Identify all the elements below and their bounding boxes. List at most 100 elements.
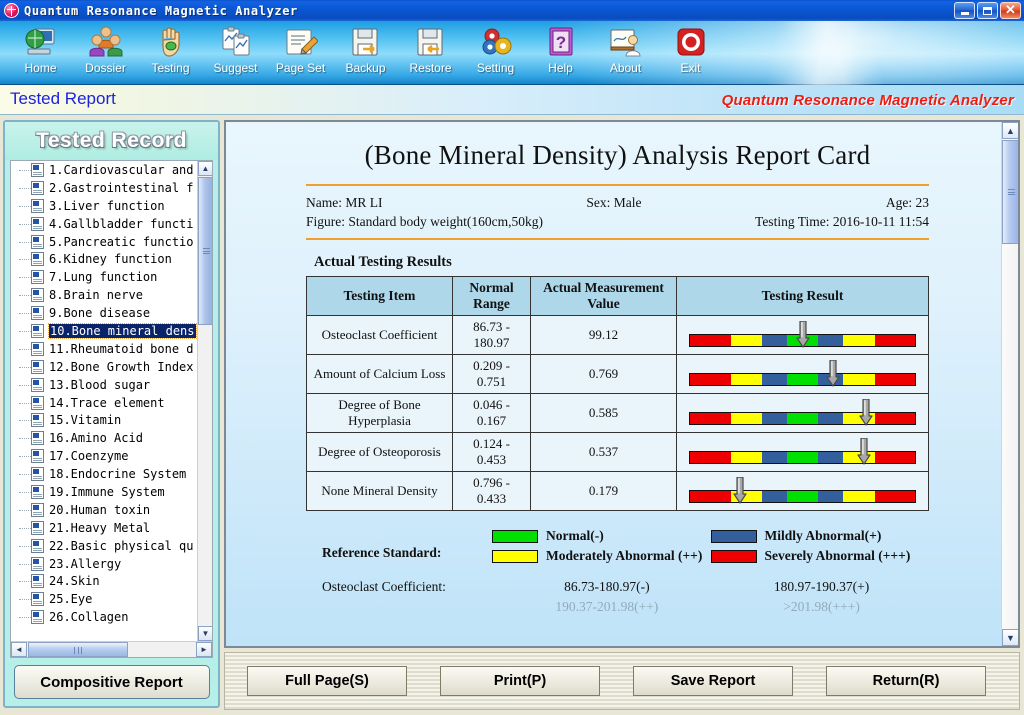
legend-column-left: Normal(-) Moderately Abnormal (++) <box>492 527 711 567</box>
maximize-button[interactable] <box>977 2 998 19</box>
sidebar-vertical-scrollbar[interactable]: ▲ ▼ <box>197 161 212 641</box>
tree-item[interactable]: 12.Bone Growth Index <box>11 358 197 376</box>
report-scroll-up-button[interactable]: ▲ <box>1002 122 1018 139</box>
tree-list: 1.Cardiovascular and 2.Gastrointestinal f… <box>11 161 197 641</box>
tree-connector <box>19 295 31 297</box>
sidebar-scroll-down-button[interactable]: ▼ <box>198 626 212 641</box>
toolbar-item-setting[interactable]: Setting <box>463 21 528 83</box>
tree-connector <box>19 527 31 529</box>
close-button[interactable]: ✕ <box>1000 2 1021 19</box>
toolbar-label-setting: Setting <box>476 61 515 75</box>
document-icon <box>31 341 44 356</box>
page-header-band: Tested Report Quantum Resonance Magnetic… <box>0 85 1024 115</box>
sidebar-scroll-right-button[interactable]: ► <box>196 642 212 657</box>
chevron-up-icon: ▲ <box>1006 125 1015 136</box>
tree-item[interactable]: 5.Pancreatic functio <box>11 233 197 251</box>
tree-item[interactable]: 8.Brain nerve <box>11 286 197 304</box>
tree-item[interactable]: 20.Human toxin <box>11 501 197 519</box>
gauge-marker-arrow-icon <box>856 438 871 465</box>
return-button[interactable]: Return(R) <box>826 666 986 696</box>
title-bar: Quantum Resonance Magnetic Analyzer ✕ <box>0 0 1024 21</box>
tested-record-tree[interactable]: 1.Cardiovascular and 2.Gastrointestinal f… <box>10 160 213 658</box>
table-row: Amount of Calcium Loss 0.209 - 0.751 0.769 <box>306 354 929 394</box>
tree-item[interactable]: 26.Collagen <box>11 608 197 626</box>
toolbar-item-page-set[interactable]: Page Set <box>268 21 333 83</box>
report-vertical-scrollbar[interactable]: ▲ ▼ <box>1001 122 1018 646</box>
tree-item-label: 24.Skin <box>49 574 100 589</box>
tree-item[interactable]: 2.Gastrointestinal f <box>11 179 197 197</box>
floppy-import-icon <box>414 25 448 59</box>
patient-figure: Figure: Standard body weight(160cm,50kg) <box>306 214 543 229</box>
tree-item[interactable]: 16.Amino Acid <box>11 429 197 447</box>
sidebar-horizontal-scrollbar[interactable]: ◄ ► <box>11 641 212 657</box>
tree-connector <box>19 474 31 476</box>
tree-item[interactable]: 22.Basic physical qu <box>11 537 197 555</box>
document-icon <box>31 323 44 338</box>
toolbar-item-help[interactable]: ? Help <box>528 21 593 83</box>
tree-item[interactable]: 17.Coenzyme <box>11 447 197 465</box>
gears-icon <box>479 25 513 59</box>
gauge-segment <box>874 413 915 424</box>
toolbar-item-backup[interactable]: Backup <box>333 21 398 83</box>
tree-connector <box>19 384 31 386</box>
toolbar-item-dossier[interactable]: Dossier <box>73 21 138 83</box>
toolbar-item-restore[interactable]: Restore <box>398 21 463 83</box>
document-icon <box>31 162 44 177</box>
toolbar-label-about: About <box>609 61 642 75</box>
tree-item[interactable]: 13.Blood sugar <box>11 376 197 394</box>
document-icon <box>31 520 44 535</box>
tree-item[interactable]: 19.Immune System <box>11 483 197 501</box>
toolbar-item-suggest[interactable]: Suggest <box>203 21 268 83</box>
save-report-button[interactable]: Save Report <box>633 666 793 696</box>
cell-measurement-value: 99.12 <box>530 315 677 355</box>
report-scroll-down-button[interactable]: ▼ <box>1002 629 1018 646</box>
cell-normal-range: 0.209 - 0.751 <box>452 354 531 394</box>
result-gauge <box>681 476 924 506</box>
tree-item[interactable]: 18.Endocrine System <box>11 465 197 483</box>
cell-testing-result <box>676 471 929 511</box>
tree-item[interactable]: 4.Gallbladder functi <box>11 215 197 233</box>
print-button[interactable]: Print(P) <box>440 666 600 696</box>
svg-text:?: ? <box>555 33 565 52</box>
full-page-button[interactable]: Full Page(S) <box>247 666 407 696</box>
toolbar-item-about[interactable]: About <box>593 21 658 83</box>
tree-item[interactable]: 23.Allergy <box>11 555 197 573</box>
document-icon <box>31 556 44 571</box>
tree-item[interactable]: 7.Lung function <box>11 268 197 286</box>
report-scroll-thumb[interactable] <box>1002 140 1018 244</box>
cell-measurement-value: 0.179 <box>530 471 677 511</box>
tree-item[interactable]: 6.Kidney function <box>11 250 197 268</box>
compositive-report-button[interactable]: Compositive Report <box>13 665 210 699</box>
application-window: Quantum Resonance Magnetic Analyzer ✕ Ho… <box>0 0 1024 715</box>
divider-bottom <box>306 238 929 240</box>
toolbar-item-home[interactable]: Home <box>8 21 73 83</box>
minimize-button[interactable] <box>954 2 975 19</box>
tree-item[interactable]: 14.Trace element <box>11 394 197 412</box>
tree-item[interactable]: 9.Bone disease <box>11 304 197 322</box>
sidebar-hscroll-thumb[interactable] <box>28 642 128 657</box>
tree-item[interactable]: 24.Skin <box>11 572 197 590</box>
tree-connector <box>19 438 31 440</box>
tree-item[interactable]: 11.Rheumatoid bone d <box>11 340 197 358</box>
sidebar-scroll-thumb[interactable] <box>198 177 212 325</box>
tree-item[interactable]: 10.Bone mineral dens <box>11 322 197 340</box>
toolbar-item-exit[interactable]: Exit <box>658 21 723 83</box>
toolbar-label-page-suggest: Suggest <box>213 61 258 75</box>
legend-item-normal: Normal(-) <box>492 527 711 544</box>
tree-connector <box>19 259 31 261</box>
document-icon <box>31 610 44 625</box>
tree-item[interactable]: 15.Vitamin <box>11 411 197 429</box>
sidebar-scroll-up-button[interactable]: ▲ <box>198 161 212 176</box>
toolbar-item-testing[interactable]: Testing <box>138 21 203 83</box>
patient-info-row-1: Name: MR LI Sex: Male Age: 23 <box>306 193 929 212</box>
document-icon <box>31 592 44 607</box>
tree-item[interactable]: 21.Heavy Metal <box>11 519 197 537</box>
sidebar-scroll-left-button[interactable]: ◄ <box>11 642 27 657</box>
tree-item[interactable]: 3.Liver function <box>11 197 197 215</box>
tree-item[interactable]: 1.Cardiovascular and <box>11 161 197 179</box>
legend-columns: Normal(-) Moderately Abnormal (++) Mildl… <box>492 527 929 567</box>
tree-item[interactable]: 25.Eye <box>11 590 197 608</box>
tree-connector <box>19 545 31 547</box>
legend-title: Reference Standard: <box>322 545 442 560</box>
tree-connector <box>19 402 31 404</box>
